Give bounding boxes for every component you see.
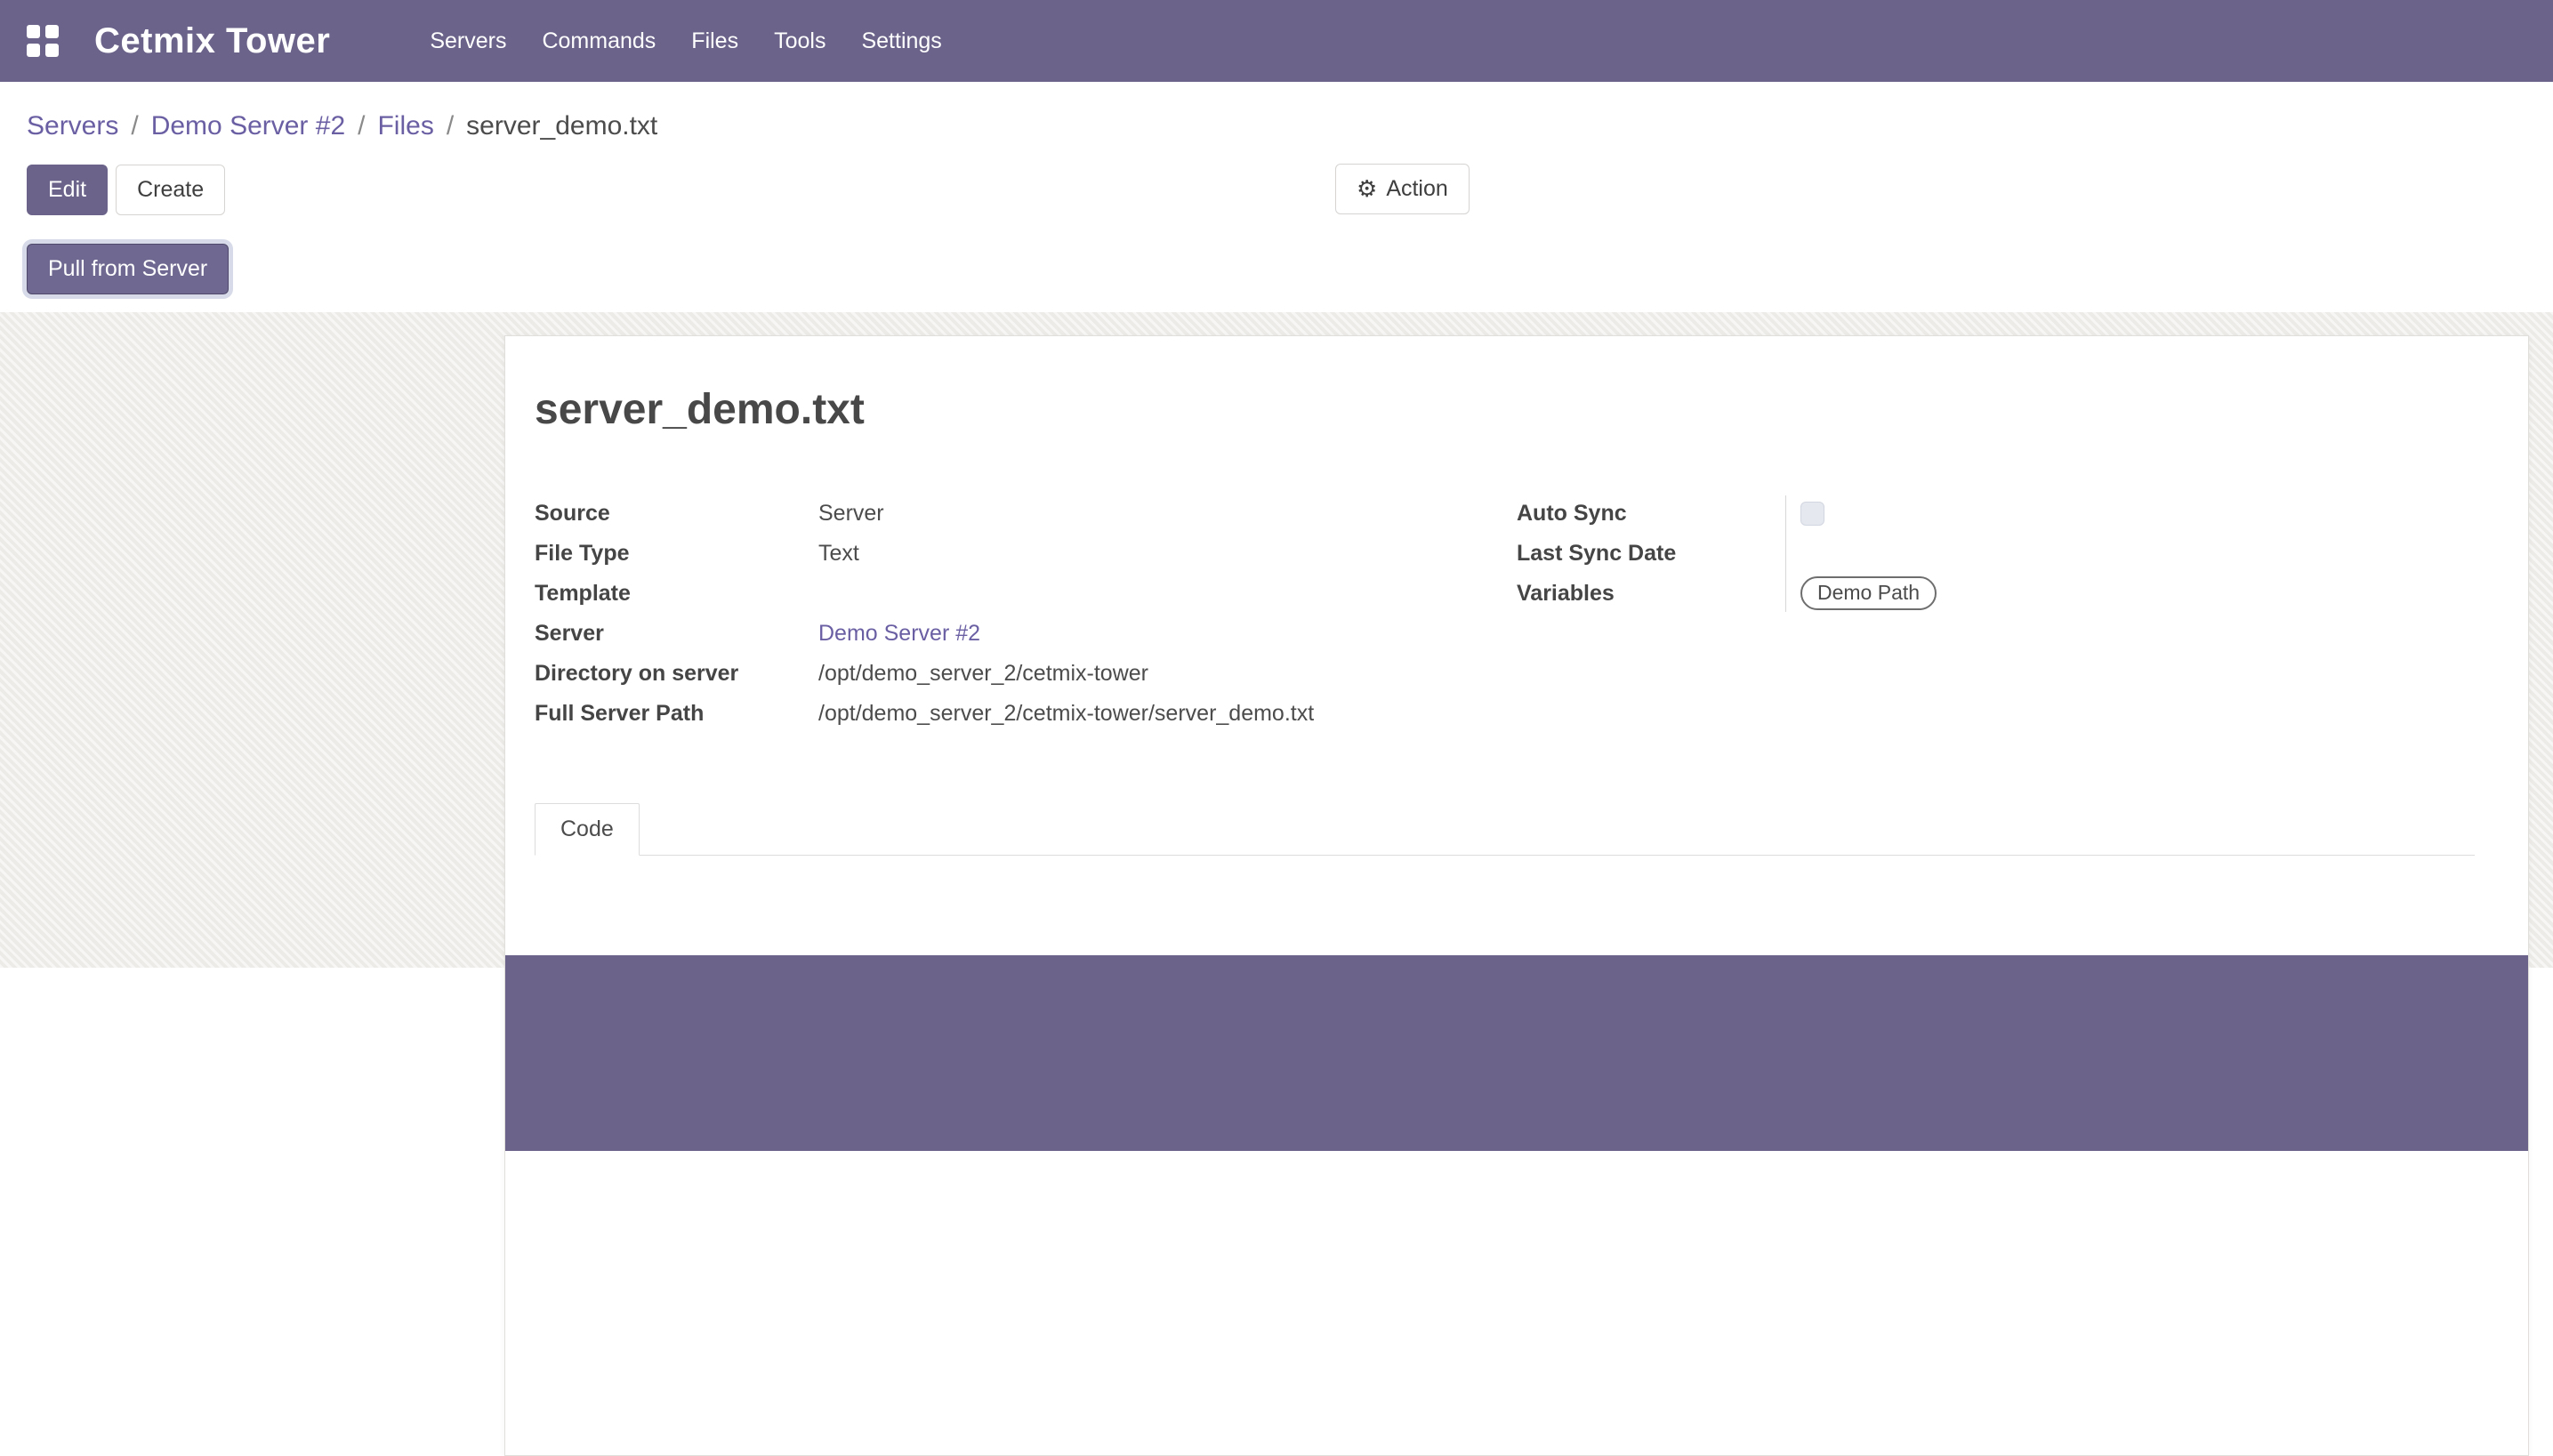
field-value-auto-sync xyxy=(1800,502,2475,526)
field-row-variables: VariablesDemo Path xyxy=(1517,574,2475,614)
nav-item-settings[interactable]: Settings xyxy=(843,0,959,82)
field-value-file-type: Text xyxy=(818,539,1517,567)
field-text-file-type: Text xyxy=(818,539,859,567)
gear-icon: ⚙ xyxy=(1357,177,1377,200)
workflow-row: Pull from Server xyxy=(0,244,2553,312)
button-row: Edit Create ⚙ Action xyxy=(0,164,2553,216)
navbar-menu: ServersCommandsFilesToolsSettings xyxy=(412,0,959,82)
notebook: Code xyxy=(535,801,2475,1151)
field-value-variables: Demo Path xyxy=(1800,576,2475,610)
field-row-template: Template xyxy=(535,574,1517,614)
form-sheet: server_demo.txt SourceServerFile TypeTex… xyxy=(504,335,2529,1456)
field-label-server: Server xyxy=(535,619,818,648)
record-title: server_demo.txt xyxy=(535,385,2475,435)
field-text-source: Server xyxy=(818,499,884,527)
create-button[interactable]: Create xyxy=(116,165,225,215)
field-row-file-type: File TypeText xyxy=(535,534,1517,574)
top-navbar: Cetmix Tower ServersCommandsFilesToolsSe… xyxy=(0,0,2553,82)
field-label-last-sync-date: Last Sync Date xyxy=(1517,539,1800,567)
field-row-auto-sync: Auto Sync xyxy=(1517,494,2475,534)
breadcrumb-separator: / xyxy=(447,111,454,141)
field-value-source: Server xyxy=(818,499,1517,527)
field-label-directory-on-server: Directory on server xyxy=(535,659,818,688)
code-editor[interactable] xyxy=(505,955,2528,1151)
field-link-server[interactable]: Demo Server #2 xyxy=(818,619,980,648)
field-groups: SourceServerFile TypeTextTemplateServerD… xyxy=(535,494,2475,734)
field-row-last-sync-date: Last Sync Date xyxy=(1517,534,2475,574)
app-brand[interactable]: Cetmix Tower xyxy=(94,21,330,61)
field-label-variables: Variables xyxy=(1517,579,1800,607)
auto-sync-checkbox[interactable] xyxy=(1800,502,1824,526)
content-area: server_demo.txt SourceServerFile TypeTex… xyxy=(0,312,2553,968)
field-text-directory-on-server: /opt/demo_server_2/cetmix-tower xyxy=(818,659,1148,688)
breadcrumb-item-files[interactable]: Files xyxy=(377,111,433,141)
apps-menu-icon[interactable] xyxy=(27,25,59,57)
edit-button[interactable]: Edit xyxy=(27,165,108,215)
pull-from-server-button[interactable]: Pull from Server xyxy=(27,244,229,294)
field-row-source: SourceServer xyxy=(535,494,1517,534)
nav-item-servers[interactable]: Servers xyxy=(412,0,524,82)
variable-tag: Demo Path xyxy=(1800,576,1937,610)
nav-item-files[interactable]: Files xyxy=(673,0,756,82)
field-group-left: SourceServerFile TypeTextTemplateServerD… xyxy=(535,494,1517,734)
field-label-full-server-path: Full Server Path xyxy=(535,699,818,728)
field-label-template: Template xyxy=(535,579,818,607)
field-value-full-server-path: /opt/demo_server_2/cetmix-tower/server_d… xyxy=(818,699,1517,728)
nav-item-commands[interactable]: Commands xyxy=(524,0,673,82)
field-label-source: Source xyxy=(535,499,818,527)
field-row-full-server-path: Full Server Path/opt/demo_server_2/cetmi… xyxy=(535,694,1517,734)
field-label-file-type: File Type xyxy=(535,539,818,567)
field-value-directory-on-server: /opt/demo_server_2/cetmix-tower xyxy=(818,659,1517,688)
breadcrumb-item-servers[interactable]: Servers xyxy=(27,111,118,141)
field-row-directory-on-server: Directory on server/opt/demo_server_2/ce… xyxy=(535,654,1517,694)
control-panel: Servers / Demo Server #2 / Files / server_demo… xyxy=(0,82,2553,312)
action-button-label: Action xyxy=(1386,174,1447,204)
field-value-server: Demo Server #2 xyxy=(818,619,1517,648)
action-button[interactable]: ⚙ Action xyxy=(1335,164,1470,214)
breadcrumb-item-server-demo-txt: server_demo.txt xyxy=(466,111,657,141)
tab-code[interactable]: Code xyxy=(535,803,640,856)
field-label-auto-sync: Auto Sync xyxy=(1517,499,1800,527)
field-text-full-server-path: /opt/demo_server_2/cetmix-tower/server_d… xyxy=(818,699,1314,728)
notebook-tabs: Code xyxy=(535,801,2475,856)
breadcrumb-separator: / xyxy=(131,111,138,141)
breadcrumb: Servers / Demo Server #2 / Files / server_demo… xyxy=(0,82,2553,144)
nav-item-tools[interactable]: Tools xyxy=(756,0,843,82)
breadcrumb-item-demo-server-2[interactable]: Demo Server #2 xyxy=(151,111,345,141)
breadcrumb-separator: / xyxy=(358,111,365,141)
tab-content-code xyxy=(535,955,2475,1151)
field-group-right: Auto Sync Last Sync Date VariablesDemo Pat… xyxy=(1517,494,2475,614)
field-row-server: ServerDemo Server #2 xyxy=(535,614,1517,654)
